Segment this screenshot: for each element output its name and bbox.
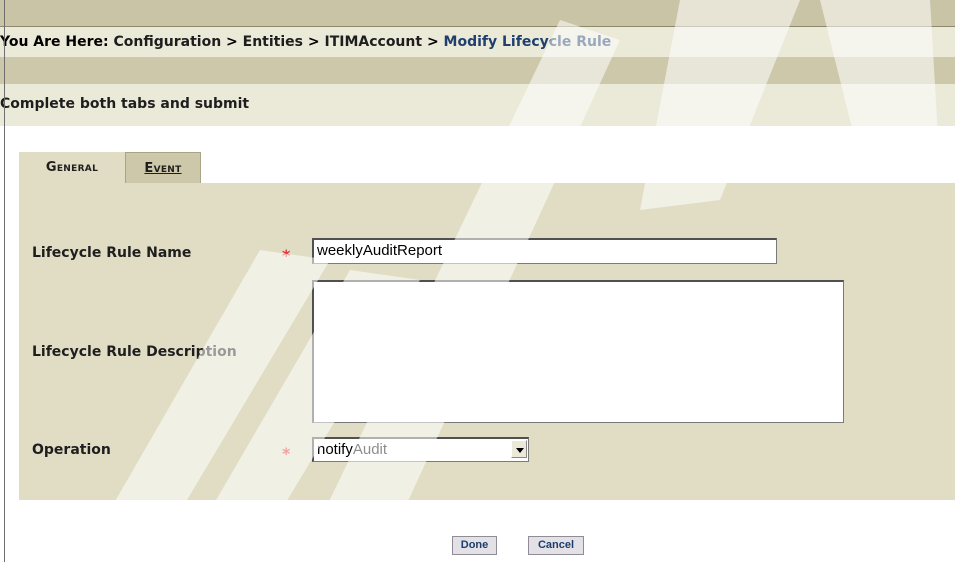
breadcrumb-prefix: You Are Here: xyxy=(0,34,109,50)
rule-description-label: Lifecycle Rule Description xyxy=(32,344,237,360)
breadcrumb-separator: > xyxy=(226,34,238,50)
breadcrumb-separator: > xyxy=(307,34,320,50)
operation-select[interactable]: notifyAudit xyxy=(312,437,529,462)
breadcrumb-current: Modify Lifecycle Rule xyxy=(443,34,612,50)
breadcrumb-item-itimaccount[interactable]: ITIMAccount xyxy=(324,34,422,50)
operation-label: Operation xyxy=(32,442,111,458)
cancel-button[interactable]: Cancel xyxy=(528,536,584,555)
operation-required-marker: * xyxy=(282,444,291,463)
rule-description-textarea[interactable] xyxy=(312,280,844,423)
breadcrumb-item-configuration[interactable]: Configuration xyxy=(114,34,222,50)
instruction-text: Complete both tabs and submit xyxy=(0,84,955,126)
tab-event[interactable]: Event xyxy=(125,152,201,183)
rule-name-required-marker: * xyxy=(282,246,291,265)
header-bar xyxy=(0,0,955,26)
rule-name-input[interactable]: weeklyAuditReport xyxy=(312,238,777,264)
tab-event-label: Event xyxy=(144,161,182,176)
left-border xyxy=(4,0,5,562)
operation-select-value: notifyAudit xyxy=(317,441,388,458)
chevron-down-icon[interactable] xyxy=(511,440,527,458)
done-button[interactable]: Done xyxy=(452,536,497,555)
breadcrumb-item-entities[interactable]: Entities xyxy=(243,34,303,50)
rule-name-label: Lifecycle Rule Name xyxy=(32,245,192,261)
title-band xyxy=(0,57,955,84)
tab-general[interactable]: General xyxy=(19,152,125,183)
breadcrumb-separator: > xyxy=(426,34,439,50)
tab-general-label: General xyxy=(45,160,99,175)
breadcrumb: You Are Here: Configuration > Entities >… xyxy=(0,27,955,57)
